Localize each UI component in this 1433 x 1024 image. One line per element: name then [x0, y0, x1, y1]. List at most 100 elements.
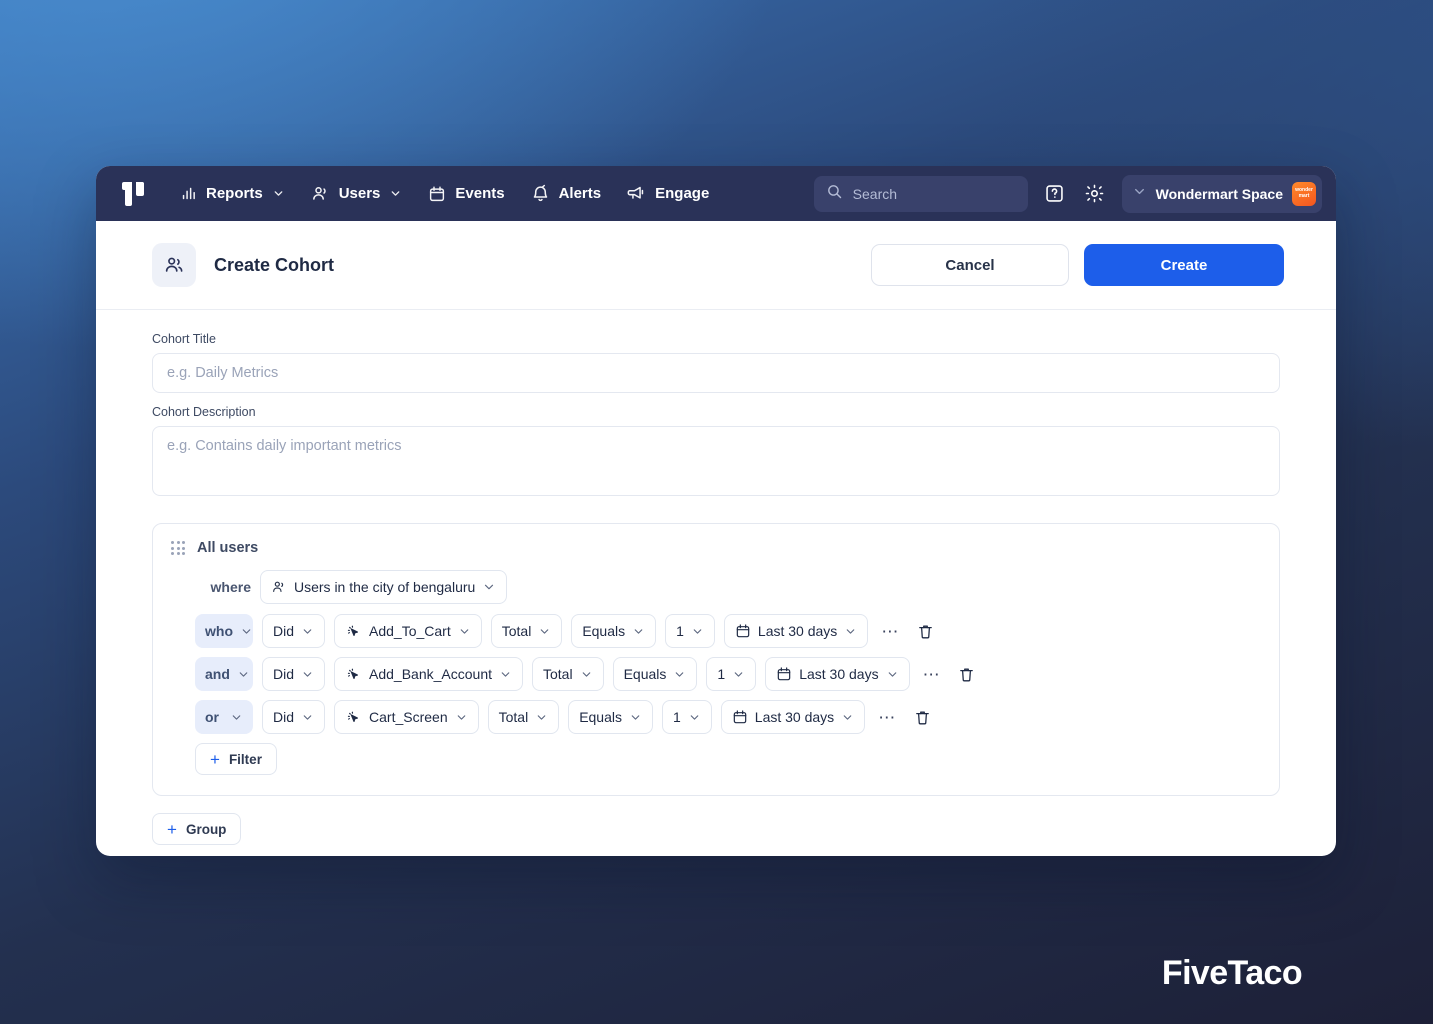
- megaphone-icon: [627, 184, 646, 203]
- create-button[interactable]: Create: [1084, 244, 1284, 286]
- chevron-down-icon: [886, 668, 899, 681]
- search-input[interactable]: Search: [813, 175, 1028, 212]
- chevron-down-icon: [844, 625, 857, 638]
- row-count-value: 1: [676, 623, 684, 639]
- where-segment-dropdown[interactable]: Users in the city of bengaluru: [260, 570, 508, 604]
- calendar-icon: [735, 623, 751, 639]
- group-name: All users: [197, 540, 259, 556]
- row-daterange-dropdown[interactable]: Last 30 days: [765, 657, 910, 691]
- row-daterange-value: Last 30 days: [757, 623, 838, 639]
- row-logic-value: who: [205, 623, 233, 639]
- chevron-down-icon: [482, 580, 496, 594]
- cohort-title-input[interactable]: [152, 353, 1280, 393]
- search-icon: [826, 183, 843, 205]
- row-count-dropdown[interactable]: 1: [662, 700, 712, 734]
- row-aggregate-dropdown[interactable]: Total: [487, 700, 560, 734]
- row-operator-value: Equals: [582, 623, 626, 639]
- drag-handle-icon[interactable]: [171, 541, 185, 555]
- product-logo[interactable]: [116, 177, 150, 211]
- cohort-users-icon: [152, 243, 196, 287]
- row-more-options-icon[interactable]: ⋯: [877, 618, 903, 644]
- row-aggregate-dropdown[interactable]: Total: [490, 614, 563, 648]
- chevron-down-icon: [535, 711, 548, 724]
- nav-item-alerts[interactable]: Alerts: [531, 184, 602, 203]
- chevron-down-icon: [1132, 184, 1147, 204]
- row-action-value: Did: [273, 666, 295, 682]
- filter-row: and Did Add_Bank_Account Total Equals 1 …: [195, 657, 1261, 691]
- bar-chart-icon: [180, 185, 197, 202]
- gear-icon[interactable]: [1082, 181, 1108, 207]
- page-body: Cohort Title Cohort Description All user…: [96, 310, 1336, 845]
- nav-item-reports[interactable]: Reports: [180, 185, 285, 202]
- cohort-group-card: All users where Users in the city of ben…: [152, 523, 1280, 796]
- add-group-button[interactable]: + Group: [152, 813, 242, 845]
- nav-label-alerts: Alerts: [558, 185, 602, 202]
- chevron-down-icon: [673, 668, 686, 681]
- nav-item-users[interactable]: Users: [311, 184, 403, 203]
- plus-icon: +: [210, 749, 220, 769]
- row-logic-dropdown[interactable]: who: [195, 614, 253, 648]
- row-operator-dropdown[interactable]: Equals: [612, 657, 698, 691]
- row-aggregate-dropdown[interactable]: Total: [532, 657, 604, 691]
- workspace-name: Wondermart Space: [1155, 185, 1283, 202]
- row-more-options-icon[interactable]: ⋯: [874, 704, 900, 730]
- row-event-dropdown[interactable]: Cart_Screen: [334, 700, 479, 734]
- row-action-value: Did: [273, 709, 295, 725]
- cohort-description-input[interactable]: [152, 426, 1280, 496]
- header-actions: Cancel Create: [871, 244, 1284, 286]
- row-event-dropdown[interactable]: Add_Bank_Account: [334, 657, 523, 691]
- navbar-right: Search Wondermart Space wonder mart: [813, 174, 1322, 213]
- row-event-value: Add_Bank_Account: [369, 666, 492, 682]
- help-question-icon[interactable]: [1042, 181, 1068, 207]
- row-action-value: Did: [273, 623, 295, 639]
- row-operator-value: Equals: [623, 666, 667, 682]
- row-action-dropdown[interactable]: Did: [262, 614, 326, 648]
- row-logic-dropdown[interactable]: or: [195, 700, 253, 734]
- row-count-value: 1: [717, 666, 726, 682]
- nav-item-events[interactable]: Events: [428, 185, 505, 203]
- users-icon: [311, 184, 330, 203]
- click-event-icon: [345, 623, 362, 640]
- chevron-down-icon: [301, 625, 314, 638]
- row-aggregate-value: Total: [498, 709, 529, 725]
- chevron-down-icon: [240, 625, 253, 638]
- row-daterange-dropdown[interactable]: Last 30 days: [720, 700, 866, 734]
- row-aggregate-value: Total: [543, 666, 573, 682]
- bell-icon: [531, 184, 550, 203]
- row-aggregate-value: Total: [501, 623, 532, 639]
- row-count-dropdown[interactable]: 1: [665, 614, 715, 648]
- row-count-dropdown[interactable]: 1: [706, 657, 757, 691]
- row-delete-icon[interactable]: [912, 618, 938, 644]
- row-more-options-icon[interactable]: ⋯: [919, 661, 945, 687]
- nav-item-engage[interactable]: Engage: [627, 184, 709, 203]
- add-filter-button[interactable]: + Filter: [195, 743, 277, 775]
- page-title: Create Cohort: [214, 254, 335, 275]
- chevron-down-icon: [841, 711, 854, 724]
- row-operator-dropdown[interactable]: Equals: [571, 614, 657, 648]
- row-delete-icon[interactable]: [909, 704, 935, 730]
- row-delete-icon[interactable]: [954, 661, 980, 687]
- row-action-dropdown[interactable]: Did: [262, 700, 326, 734]
- row-operator-dropdown[interactable]: Equals: [568, 700, 653, 734]
- workspace-switcher[interactable]: Wondermart Space wonder mart: [1121, 174, 1322, 213]
- add-filter-wrap: + Filter: [171, 743, 1261, 775]
- chevron-down-icon: [691, 625, 704, 638]
- cohort-title-label: Cohort Title: [152, 332, 216, 346]
- row-daterange-dropdown[interactable]: Last 30 days: [723, 614, 869, 648]
- where-label: where: [210, 579, 251, 595]
- row-logic-dropdown[interactable]: and: [195, 657, 253, 691]
- chevron-down-icon: [632, 625, 645, 638]
- search-placeholder: Search: [852, 185, 898, 202]
- row-event-dropdown[interactable]: Add_To_Cart: [334, 614, 482, 648]
- row-count-value: 1: [673, 709, 681, 725]
- row-daterange-value: Last 30 days: [754, 709, 835, 725]
- click-event-icon: [345, 666, 362, 683]
- chevron-down-icon: [732, 668, 745, 681]
- calendar-icon: [428, 185, 446, 203]
- row-action-dropdown[interactable]: Did: [262, 657, 326, 691]
- nav-label-users: Users: [338, 185, 381, 202]
- filter-rows: where Users in the city of bengaluru who…: [171, 570, 1261, 734]
- chevron-down-icon: [230, 711, 243, 724]
- filter-row: or Did Cart_Screen Total Equals 1 Last 3…: [195, 700, 1261, 734]
- cancel-button[interactable]: Cancel: [871, 244, 1069, 286]
